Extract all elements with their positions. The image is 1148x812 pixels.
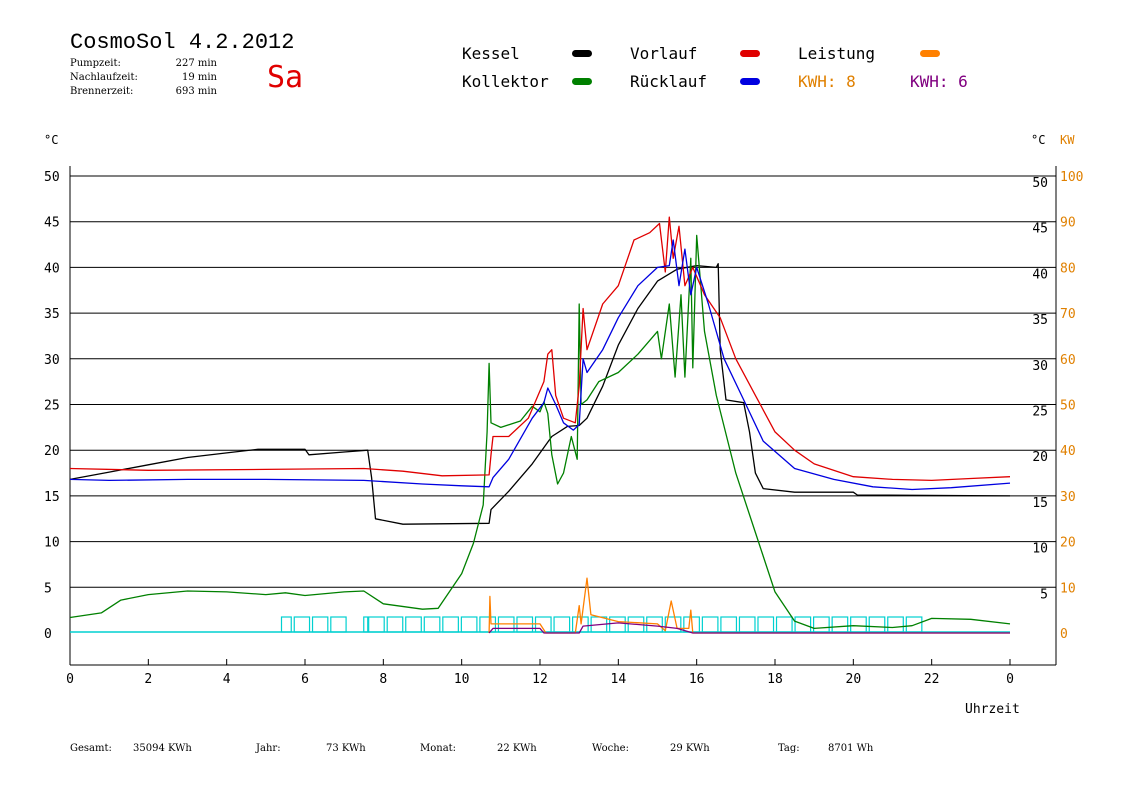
pump-marker [775, 616, 793, 633]
y2-celsius-tick-label-40: 40 [1032, 267, 1048, 282]
y2-kw-tick-label-100: 100 [1060, 170, 1083, 185]
y-tick-label-45: 45 [44, 216, 60, 231]
pump-marker [720, 616, 738, 633]
pump-marker [646, 616, 663, 633]
pump-marker [757, 616, 775, 633]
x-tick-label-2: 4 [223, 672, 231, 687]
y2-celsius-tick-label-50: 50 [1032, 176, 1048, 191]
x-tick-label-3: 6 [301, 672, 309, 687]
y-tick-label-5: 5 [44, 581, 52, 596]
pump-marker [831, 616, 849, 633]
series-line-kollektor [69, 234, 1011, 630]
y2-celsius-tick-label-15: 15 [1032, 496, 1048, 511]
x-tick-label-5: 10 [454, 672, 470, 687]
y2-kw-tick-label-30: 30 [1060, 490, 1076, 505]
y2-celsius-tick-label-5: 5 [1040, 587, 1048, 602]
y-tick-label-40: 40 [44, 261, 60, 276]
x-tick-label-0: 0 [66, 672, 74, 687]
y2-kw-tick-label-20: 20 [1060, 536, 1076, 551]
series-line-kessel [69, 263, 1011, 525]
x-tick-label-4: 8 [379, 672, 387, 687]
pump-marker [701, 616, 719, 633]
pump-marker [850, 616, 867, 633]
x-tick-label-1: 2 [144, 672, 152, 687]
y2-kw-tick-label-10: 10 [1060, 581, 1076, 596]
pump-marker [460, 616, 478, 633]
y2-kw-tick-label-50: 50 [1060, 399, 1076, 414]
y2-celsius-tick-label-45: 45 [1032, 222, 1048, 237]
pump-marker [311, 616, 329, 633]
y-tick-label-25: 25 [44, 399, 60, 414]
y-tick-label-15: 15 [44, 490, 60, 505]
y-tick-label-35: 35 [44, 307, 60, 322]
y2-kw-tick-label-40: 40 [1060, 444, 1076, 459]
pump-marker [738, 616, 756, 633]
x-tick-label-12: 0 [1006, 672, 1014, 687]
y2-kw-tick-label-90: 90 [1060, 216, 1076, 231]
x-tick-label-8: 16 [689, 672, 705, 687]
x-tick-label-6: 12 [532, 672, 548, 687]
pump-marker [868, 616, 886, 633]
pump-marker [887, 616, 904, 633]
y2-celsius-tick-label-10: 10 [1032, 542, 1048, 557]
series-line-vorlauf [69, 216, 1011, 482]
y-tick-label-50: 50 [44, 170, 60, 185]
y-tick-label-20: 20 [44, 444, 60, 459]
pump-marker [368, 616, 385, 633]
pump-marker [442, 616, 459, 633]
y2-celsius-tick-label-30: 30 [1032, 359, 1048, 374]
y2-kw-tick-label-0: 0 [1060, 627, 1068, 642]
y2-celsius-tick-label-35: 35 [1032, 313, 1048, 328]
y2-kw-tick-label-80: 80 [1060, 261, 1076, 276]
y-tick-label-30: 30 [44, 353, 60, 368]
pump-marker [405, 616, 422, 633]
pump-marker [423, 616, 441, 633]
x-tick-label-10: 20 [846, 672, 862, 687]
pump-marker [553, 616, 571, 633]
x-tick-label-11: 22 [924, 672, 940, 687]
pump-marker [293, 616, 311, 633]
series-line-leistung [488, 577, 1010, 634]
x-tick-label-9: 18 [767, 672, 783, 687]
pump-marker [812, 616, 830, 633]
y2-celsius-tick-label-20: 20 [1032, 450, 1048, 465]
pump-marker [609, 616, 626, 633]
temperature-chart: 0510152025303540455051015202530354045500… [44, 166, 1083, 687]
pump-marker [330, 616, 347, 633]
y2-kw-tick-label-70: 70 [1060, 307, 1076, 322]
pump-marker [386, 616, 404, 633]
y2-kw-tick-label-60: 60 [1060, 353, 1076, 368]
pump-marker [280, 616, 292, 633]
y-tick-label-0: 0 [44, 627, 52, 642]
y2-celsius-tick-label-25: 25 [1032, 405, 1048, 420]
y-tick-label-10: 10 [44, 536, 60, 551]
pump-marker [363, 616, 369, 633]
x-tick-label-7: 14 [611, 672, 627, 687]
